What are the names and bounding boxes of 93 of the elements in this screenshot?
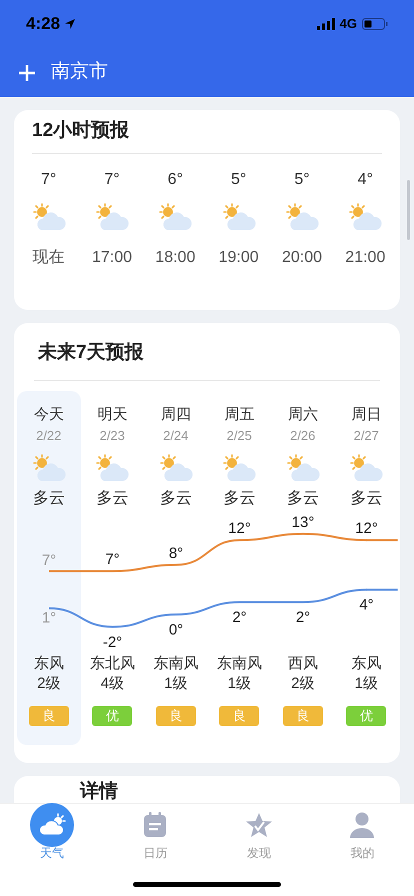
location-arrow-icon: [64, 18, 76, 30]
weather-condition: 多云: [286, 488, 319, 508]
wind-direction: 东风: [34, 654, 64, 674]
tab-item[interactable]: 我的: [310, 804, 414, 864]
wind-direction: 东南风: [153, 654, 198, 674]
sun-cloud-icon: [158, 452, 194, 482]
scrollbar: [407, 180, 410, 240]
day-name: 周日: [351, 404, 382, 424]
temperature-label: -2°: [102, 633, 122, 650]
hour-time: 17:00: [92, 248, 132, 268]
signal-icon: [316, 18, 335, 30]
star-icon: [244, 812, 273, 838]
weather-condition: 多云: [32, 488, 65, 508]
line-tail: [366, 538, 398, 541]
temperature-label: 12°: [354, 520, 378, 537]
temperature-label: 7°: [42, 552, 56, 569]
air-quality-badge: 优: [92, 706, 132, 726]
wind-direction: 东南风: [216, 654, 262, 674]
hour-time: 现在: [32, 248, 65, 268]
temperature-label: 2°: [232, 608, 246, 626]
temperature-label: 1°: [42, 608, 56, 626]
hour-time: 19:00: [218, 248, 259, 268]
temperature-label: 13°: [291, 513, 314, 530]
wind-direction: 西风: [288, 654, 318, 674]
day-date: 2/26: [290, 426, 316, 444]
temperature-label: 4°: [359, 596, 374, 614]
day-name: 周六: [288, 404, 318, 424]
person-icon: [349, 812, 376, 838]
day-date: 2/22: [36, 426, 62, 444]
tab-item[interactable]: 天气: [0, 804, 104, 864]
temperature-label: 12°: [228, 520, 251, 537]
weather-condition: 多云: [96, 488, 128, 508]
temperature-label: 2°: [296, 608, 310, 626]
day-name: 今天: [34, 404, 64, 424]
weather-condition: 多云: [350, 488, 382, 508]
hour-time: 21:00: [345, 248, 386, 268]
plus-icon: [18, 64, 36, 82]
air-quality-badge: 良: [28, 706, 69, 726]
city-name: 南京市: [51, 60, 108, 84]
temperature-label: 0°: [168, 621, 183, 638]
sun-cloud-icon: [30, 202, 67, 232]
hour-time: 18:00: [155, 248, 196, 268]
hour-temperature: 5°: [231, 170, 246, 190]
day-date: 2/24: [163, 426, 188, 444]
day-date: 2/23: [100, 426, 125, 444]
wind-level: 2级: [291, 674, 314, 694]
temperature-label: 7°: [105, 550, 120, 568]
wind-level: 1级: [228, 674, 251, 694]
wind-level: 1级: [354, 674, 378, 694]
hour-temperature: 7°: [104, 170, 120, 190]
tab-item[interactable]: 发现: [207, 804, 310, 864]
day-name: 周五: [224, 404, 254, 424]
sun-cloud-icon: [347, 202, 384, 232]
sun-cloud-icon: [284, 202, 320, 232]
air-quality-badge: 优: [346, 706, 386, 726]
sun-cloud-icon: [94, 202, 130, 232]
sun-cloud-icon: [221, 452, 258, 482]
hour-temperature: 4°: [358, 170, 373, 190]
calendar-icon: [143, 812, 168, 838]
wind-level: 2级: [37, 674, 60, 694]
air-quality-badge: 良: [219, 706, 260, 726]
card-title: 未来7天预报: [36, 341, 145, 365]
day-name: 周四: [160, 404, 191, 424]
sun-cloud-icon: [284, 452, 321, 482]
wind-level: 4级: [100, 674, 124, 694]
temperature-label: 8°: [168, 544, 183, 562]
battery-icon: [362, 18, 388, 30]
day-name: 明天: [97, 404, 128, 424]
add-city-button[interactable]: [17, 62, 37, 82]
sun-cloud-icon: [220, 202, 257, 232]
air-quality-badge: 良: [282, 706, 323, 726]
weather-condition: 多云: [223, 488, 256, 508]
hour-temperature: 5°: [294, 170, 310, 190]
sun-cloud-icon: [348, 452, 384, 482]
sun-cloud-icon: [30, 452, 67, 482]
day-date: 2/27: [354, 426, 379, 444]
hour-temperature: 7°: [41, 170, 56, 190]
wind-direction: 东风: [351, 654, 382, 674]
weather-condition: 多云: [160, 488, 192, 508]
hour-temperature: 6°: [168, 170, 183, 190]
sun-cloud-icon: [94, 452, 130, 482]
hour-time: 20:00: [282, 248, 322, 268]
wind-direction: 东北风: [90, 654, 135, 674]
card-title: 详情: [80, 781, 118, 802]
wind-level: 1级: [164, 674, 188, 694]
network-type: 4G: [340, 15, 357, 34]
line-tail: [366, 588, 398, 590]
sun-cloud-icon: [157, 202, 194, 232]
status-time: 4:28: [26, 13, 60, 36]
day-date: 2/25: [226, 426, 252, 444]
air-quality-badge: 良: [156, 706, 196, 726]
card-title: 12小时预报: [32, 119, 130, 143]
tab-item[interactable]: 日历: [104, 804, 207, 864]
